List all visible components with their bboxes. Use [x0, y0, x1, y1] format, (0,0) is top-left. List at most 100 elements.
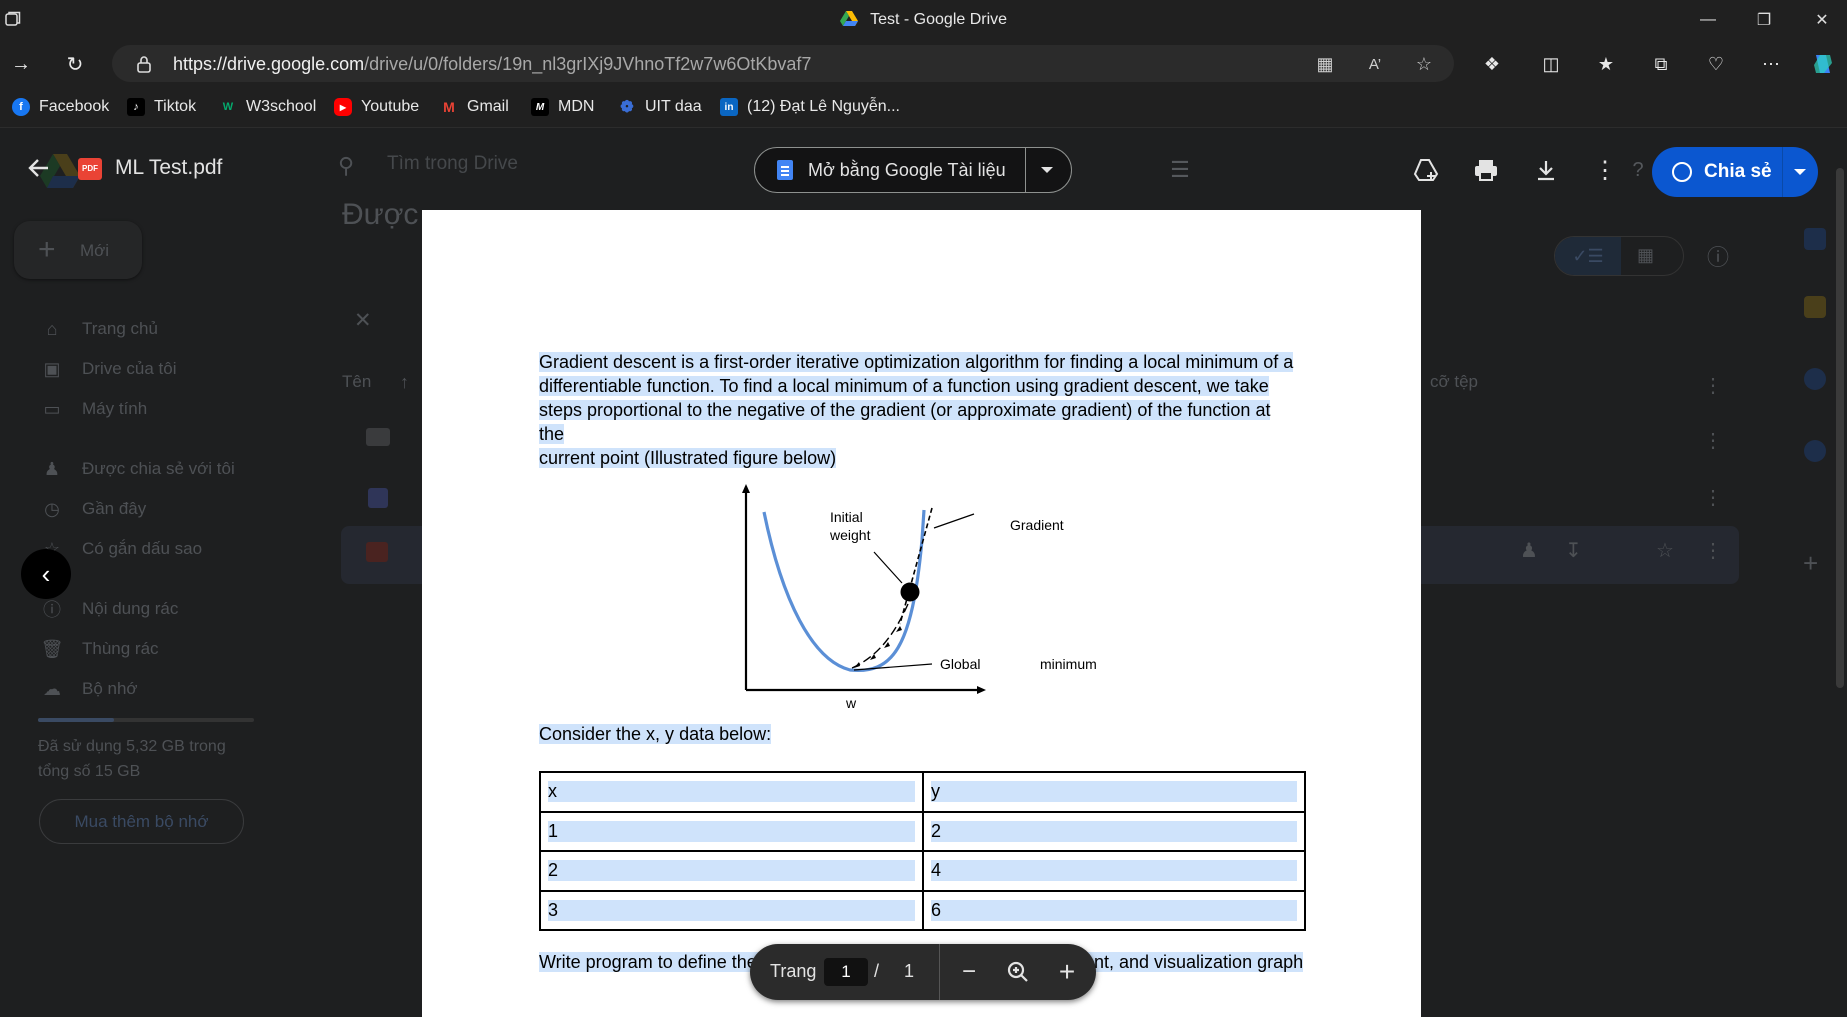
bookmark-label: UIT daa: [645, 98, 702, 115]
grid-view-icon[interactable]: ▦: [1637, 245, 1654, 266]
page-number-input[interactable]: 1: [824, 958, 868, 986]
open-with-button[interactable]: Mở bằng Google Tài liệu: [754, 147, 1072, 193]
zoom-in-button[interactable]: +: [1052, 956, 1082, 987]
app-available-icon[interactable]: ▦: [1313, 53, 1337, 75]
bookmark-youtube[interactable]: ▶ Youtube: [334, 97, 419, 117]
shared-icon: ♟: [43, 458, 61, 479]
bookmark-linkedin[interactable]: in (12) Đạt Lê Nguyễn...: [720, 97, 900, 117]
column-header-size[interactable]: cỡ tệp: [1430, 372, 1478, 392]
minimum-label: minimum: [1040, 656, 1097, 672]
more-menu-icon[interactable]: ⋯: [1756, 49, 1786, 79]
extensions-icon[interactable]: ❖: [1477, 49, 1507, 79]
print-icon[interactable]: [1472, 156, 1500, 184]
gradient-tangent-line: [899, 507, 933, 625]
tasks-icon[interactable]: [1804, 368, 1826, 390]
sidebar-item-trash[interactable]: 🗑 Thùng rác: [40, 636, 159, 662]
zoom-out-button[interactable]: −: [954, 957, 984, 987]
share-label: Chia sẻ: [1704, 161, 1772, 182]
sidebar-item-my-drive[interactable]: ▣ Drive của tôi: [40, 356, 176, 382]
list-view-icon[interactable]: ✓☰: [1555, 237, 1621, 275]
open-with-dropdown-icon[interactable]: [1041, 167, 1053, 173]
add-to-drive-icon[interactable]: [1412, 156, 1440, 184]
consider-text-span: Consider the x, y data below:: [539, 724, 772, 744]
read-aloud-icon[interactable]: A’: [1363, 53, 1387, 75]
divider: [1025, 148, 1026, 192]
storage-bar-fill: [38, 718, 114, 722]
star-row-icon[interactable]: ☆: [1656, 538, 1674, 563]
sidebar-item-home[interactable]: ⌂ Trang chủ: [40, 316, 158, 342]
zoom-button[interactable]: [1003, 957, 1033, 987]
search-input[interactable]: Tìm trong Drive: [387, 153, 518, 175]
sidebar-item-storage[interactable]: ☁ Bộ nhớ: [40, 676, 138, 702]
table-cell: 1: [539, 810, 924, 852]
bookmark-tiktok[interactable]: ♪ Tiktok: [127, 97, 196, 117]
calendar-icon[interactable]: [1804, 228, 1826, 250]
search-icon[interactable]: ⚲: [338, 153, 354, 179]
paragraph-line: current point (Illustrated figure below): [539, 448, 837, 468]
minimize-button[interactable]: —: [1693, 6, 1723, 34]
more-icon[interactable]: ⋮: [1703, 428, 1723, 453]
scrollbar-thumb[interactable]: [1836, 168, 1844, 688]
favorite-star-icon[interactable]: ☆: [1412, 53, 1436, 75]
sidebar-item-shared[interactable]: ♟ Được chia sẻ với tôi: [40, 456, 235, 482]
column-header-name[interactable]: Tên: [342, 372, 371, 392]
window-title: Test - Google Drive: [0, 11, 1847, 29]
x-axis-arrowhead: [977, 686, 986, 694]
lock-icon[interactable]: [134, 54, 154, 74]
url-bar[interactable]: https://drive.google.com/drive/u/0/folde…: [112, 45, 1454, 82]
more-icon[interactable]: ⋮: [1703, 538, 1723, 563]
favorites-icon[interactable]: ★: [1591, 49, 1621, 79]
sidebar-item-label: Trang chủ: [82, 319, 158, 338]
copilot-icon[interactable]: [1808, 49, 1838, 79]
url-path: /drive/u/0/folders/19n_nl3grIXj9JVhnoTf2…: [364, 54, 812, 74]
sort-arrow-icon[interactable]: ↑: [400, 372, 409, 393]
buy-storage-button[interactable]: Mua thêm bộ nhớ: [39, 799, 244, 844]
close-window-button[interactable]: ✕: [1807, 6, 1837, 34]
reload-button[interactable]: ↻: [60, 49, 90, 79]
download-row-icon[interactable]: ↧: [1565, 538, 1582, 563]
filter-settings-icon[interactable]: ☰: [1166, 156, 1194, 184]
total-pages: 1: [904, 961, 915, 981]
more-icon[interactable]: ⋮: [1703, 373, 1723, 398]
bookmark-facebook[interactable]: f Facebook: [12, 97, 109, 117]
view-toggle[interactable]: ✓☰ ▦: [1554, 236, 1684, 276]
url-text[interactable]: https://drive.google.com/drive/u/0/folde…: [173, 54, 811, 75]
bookmark-label: MDN: [558, 98, 595, 115]
sidebar-item-spam[interactable]: ⓘ Nội dung rác: [40, 596, 178, 622]
split-screen-icon[interactable]: ◫: [1536, 49, 1566, 79]
restore-button[interactable]: ❐: [1749, 6, 1779, 34]
bookmark-uit-daa[interactable]: ❁ UIT daa: [618, 97, 702, 117]
bookmark-gmail[interactable]: M Gmail: [440, 97, 509, 117]
back-arrow-icon[interactable]: [26, 155, 52, 181]
collections-icon[interactable]: ⧉: [1646, 49, 1676, 79]
forward-button[interactable]: →: [6, 49, 36, 79]
bookmarks-bar: f Facebook ♪ Tiktok W W3school ▶ Youtube M Gm…: [0, 86, 1847, 128]
more-actions-icon[interactable]: ⋮: [1591, 156, 1619, 184]
paragraph-line: steps proportional to the negative of th…: [539, 400, 1271, 444]
keep-icon[interactable]: [1804, 296, 1826, 318]
recent-icon: ◷: [44, 498, 60, 519]
help-icon[interactable]: ?: [1624, 156, 1652, 184]
sidebar-item-label: Drive của tôi: [82, 359, 177, 378]
download-icon[interactable]: [1532, 156, 1560, 184]
new-button[interactable]: + Mới: [14, 221, 142, 279]
bookmark-mdn[interactable]: M MDN: [531, 97, 594, 117]
info-icon[interactable]: ⓘ: [1707, 240, 1729, 272]
share-dropdown-icon[interactable]: [1794, 169, 1806, 175]
more-icon[interactable]: ⋮: [1703, 485, 1723, 510]
open-with-label: Mở bằng Google Tài liệu: [808, 160, 1006, 180]
contacts-icon[interactable]: [1804, 440, 1826, 462]
share-button[interactable]: Chia sẻ: [1652, 147, 1818, 197]
table-header-y: y: [931, 781, 1297, 803]
previous-file-button[interactable]: ‹: [21, 549, 71, 599]
browser-essentials-icon[interactable]: ♡: [1701, 49, 1731, 79]
table-cell: 3: [539, 889, 924, 931]
add-panel-icon[interactable]: +: [1803, 548, 1818, 579]
clear-filter-icon[interactable]: ✕: [354, 308, 372, 333]
share-row-icon[interactable]: ♟: [1520, 538, 1538, 563]
pdf-page: Gradient descent is a first-order iterat…: [422, 210, 1421, 1017]
bookmark-label: Youtube: [361, 98, 420, 115]
sidebar-item-computers[interactable]: ▭ Máy tính: [40, 396, 147, 422]
bookmark-w3school[interactable]: W W3school: [219, 97, 316, 117]
sidebar-item-recent[interactable]: ◷ Gần đây: [40, 496, 146, 522]
